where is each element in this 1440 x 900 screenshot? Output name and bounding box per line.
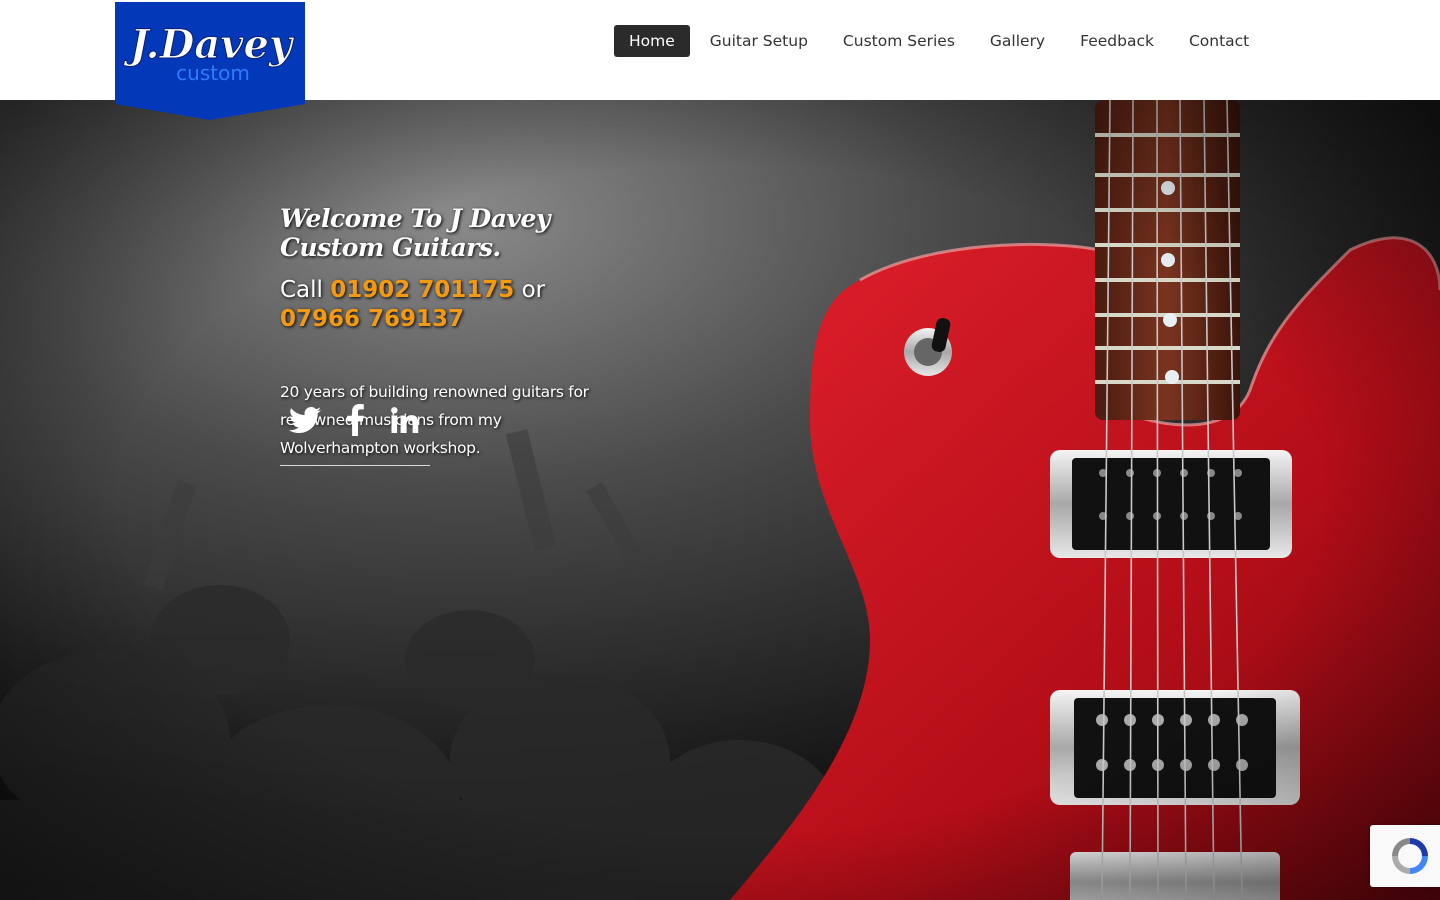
hero-background-guitar-image: [0, 100, 1440, 900]
twitter-icon[interactable]: [280, 398, 330, 442]
nav-home[interactable]: Home: [614, 25, 690, 57]
call-line: Call 01902 701175 or 07966 769137: [280, 276, 620, 334]
linkedin-icon[interactable]: [380, 398, 430, 442]
nav-contact[interactable]: Contact: [1174, 25, 1264, 57]
recaptcha-icon: [1392, 838, 1428, 874]
facebook-icon[interactable]: [330, 398, 380, 442]
logo-text-custom: custom: [176, 61, 250, 85]
recaptcha-badge[interactable]: [1370, 825, 1440, 887]
main-nav: Home Guitar Setup Custom Series Gallery …: [614, 25, 1269, 57]
phone-number-landline[interactable]: 01902 701175: [330, 277, 514, 303]
hero-section: Welcome To J Davey Custom Guitars. Call …: [0, 100, 1440, 900]
site-logo[interactable]: J.Davey custom: [115, 2, 305, 120]
call-or: or: [521, 277, 546, 303]
nav-feedback[interactable]: Feedback: [1065, 25, 1169, 57]
nav-custom-series[interactable]: Custom Series: [828, 25, 970, 57]
nav-guitar-setup[interactable]: Guitar Setup: [695, 25, 823, 57]
phone-number-mobile[interactable]: 07966 769137: [280, 306, 464, 332]
social-links: [280, 398, 430, 466]
welcome-heading: Welcome To J Davey Custom Guitars.: [280, 204, 550, 262]
nav-gallery[interactable]: Gallery: [975, 25, 1060, 57]
call-prefix: Call: [280, 277, 323, 303]
